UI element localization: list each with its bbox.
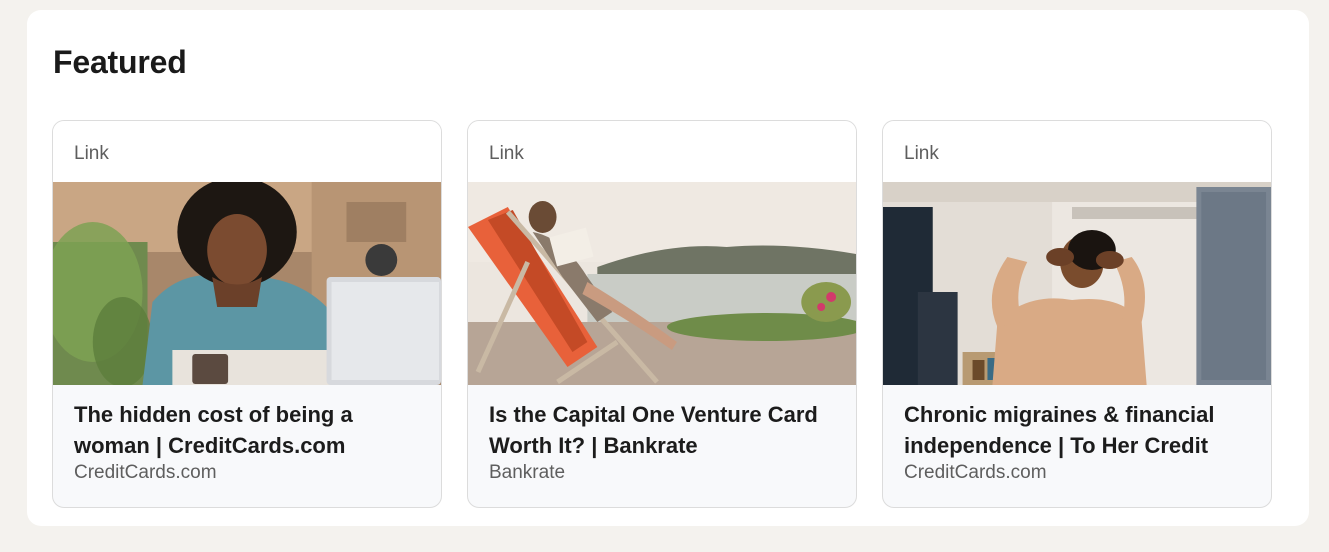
card-type-label: Link bbox=[883, 121, 1271, 182]
card-title[interactable]: Is the Capital One Venture Card Worth It… bbox=[489, 399, 835, 461]
card-title[interactable]: Chronic migraines & financial independen… bbox=[904, 399, 1250, 461]
card-source: CreditCards.com bbox=[74, 462, 217, 483]
card-type-label: Link bbox=[468, 121, 856, 182]
card-title[interactable]: The hidden cost of being a woman | Credi… bbox=[74, 399, 420, 461]
card-thumbnail-deckchair-reading[interactable] bbox=[468, 182, 856, 385]
card-type-label: Link bbox=[53, 121, 441, 182]
woman-laptop-image bbox=[53, 182, 441, 385]
card-body: The hidden cost of being a woman | Credi… bbox=[53, 385, 441, 485]
card-source: CreditCards.com bbox=[904, 462, 1047, 483]
card-source: Bankrate bbox=[489, 462, 566, 483]
card-thumbnail-woman-laptop[interactable] bbox=[53, 182, 441, 385]
featured-card-1[interactable]: Link The hidden cost of being a woman | … bbox=[52, 120, 442, 508]
featured-section: Featured Link The hidden cost of being a… bbox=[27, 10, 1309, 526]
woman-headache-image bbox=[883, 182, 1271, 385]
deckchair-reading-image bbox=[468, 182, 856, 385]
card-body: Is the Capital One Venture Card Worth It… bbox=[468, 385, 856, 485]
featured-card-2[interactable]: Link Is the Capital One Venture Card Wor… bbox=[467, 120, 857, 508]
featured-cards: Link The hidden cost of being a woman | … bbox=[52, 120, 1272, 508]
section-title: Featured bbox=[53, 44, 187, 80]
card-thumbnail-woman-headache[interactable] bbox=[883, 182, 1271, 385]
featured-card-3[interactable]: Link Chronic migraines & financial indep… bbox=[882, 120, 1272, 508]
card-body: Chronic migraines & financial independen… bbox=[883, 385, 1271, 485]
